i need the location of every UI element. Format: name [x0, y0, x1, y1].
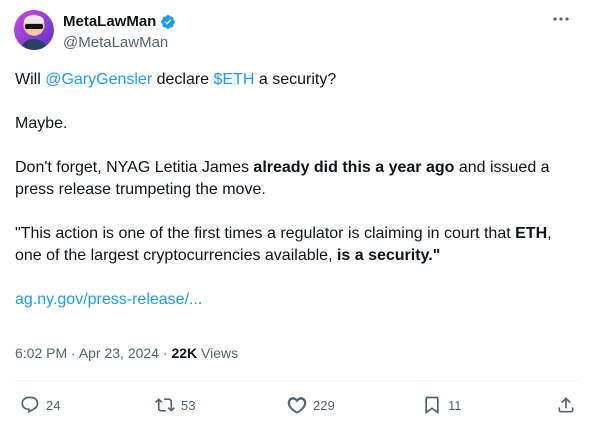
tweet-date[interactable]: Apr 23, 2024 — [79, 345, 159, 361]
reply-button[interactable]: 24 — [20, 395, 60, 415]
tweet-bold-text: ETH — [515, 225, 548, 242]
repost-button[interactable]: 53 — [155, 395, 195, 415]
tweet-paragraph-2: Maybe. — [15, 115, 68, 132]
cashtag-link[interactable]: $ETH — [214, 71, 255, 88]
action-bar: 24 53 229 11 — [15, 395, 578, 419]
share-button[interactable] — [556, 395, 576, 415]
meta-separator: · — [67, 345, 79, 361]
avatar-shirt — [21, 39, 47, 50]
repost-count: 53 — [181, 397, 196, 413]
more-options-icon[interactable] — [551, 12, 571, 26]
press-release-link[interactable]: ag.ny.gov/press-release/... — [15, 291, 202, 308]
author-name[interactable]: MetaLawMan — [63, 13, 156, 30]
tweet-text: "This action is one of the first times a… — [15, 225, 516, 242]
divider — [15, 380, 578, 381]
views-count: 22K — [171, 345, 198, 361]
tweet-paragraph-1: Will @GaryGensler declare $ETH a securit… — [15, 69, 580, 91]
bookmark-count: 11 — [448, 397, 462, 413]
tweet-body: Will @GaryGensler declare $ETH a securit… — [15, 69, 580, 333]
tweet-paragraph-4: "This action is one of the first times a… — [15, 223, 580, 267]
bookmark-button[interactable]: 11 — [422, 395, 462, 415]
mention-link[interactable]: @GaryGensler — [45, 71, 152, 88]
tweet-text: Will — [15, 71, 46, 88]
author-name-row: MetaLawMan — [63, 13, 176, 30]
avatar-hair — [24, 16, 44, 23]
verified-badge-icon — [161, 14, 176, 29]
heart-icon — [287, 397, 307, 414]
tweet-text: a security? — [254, 71, 337, 88]
share-icon — [558, 397, 574, 413]
bookmark-icon — [425, 396, 439, 415]
avatar[interactable] — [14, 10, 54, 50]
tweet-bold-text: is a security." — [336, 247, 441, 264]
reply-count: 24 — [46, 397, 61, 413]
views-label: Views — [197, 345, 239, 361]
like-count: 229 — [313, 397, 335, 413]
tweet-bold-text: already did this a year ago — [253, 159, 455, 176]
meta-separator: · — [158, 345, 172, 361]
tweet-paragraph-5: ag.ny.gov/press-release/... — [15, 289, 580, 311]
like-button[interactable]: 229 — [287, 395, 335, 415]
avatar-sunglasses — [25, 24, 43, 29]
tweet-meta: 6:02 PM · Apr 23, 2024 · 22K Views — [15, 345, 238, 361]
tweet-text: declare — [152, 71, 214, 88]
author-handle[interactable]: @MetaLawMan — [63, 34, 168, 51]
tweet-paragraph-3: Don't forget, NYAG Letitia James already… — [15, 157, 580, 201]
reply-icon — [21, 396, 39, 414]
repost-icon — [155, 398, 175, 412]
tweet-text: Don't forget, NYAG Letitia James — [15, 159, 254, 176]
tweet-time[interactable]: 6:02 PM — [15, 345, 67, 361]
